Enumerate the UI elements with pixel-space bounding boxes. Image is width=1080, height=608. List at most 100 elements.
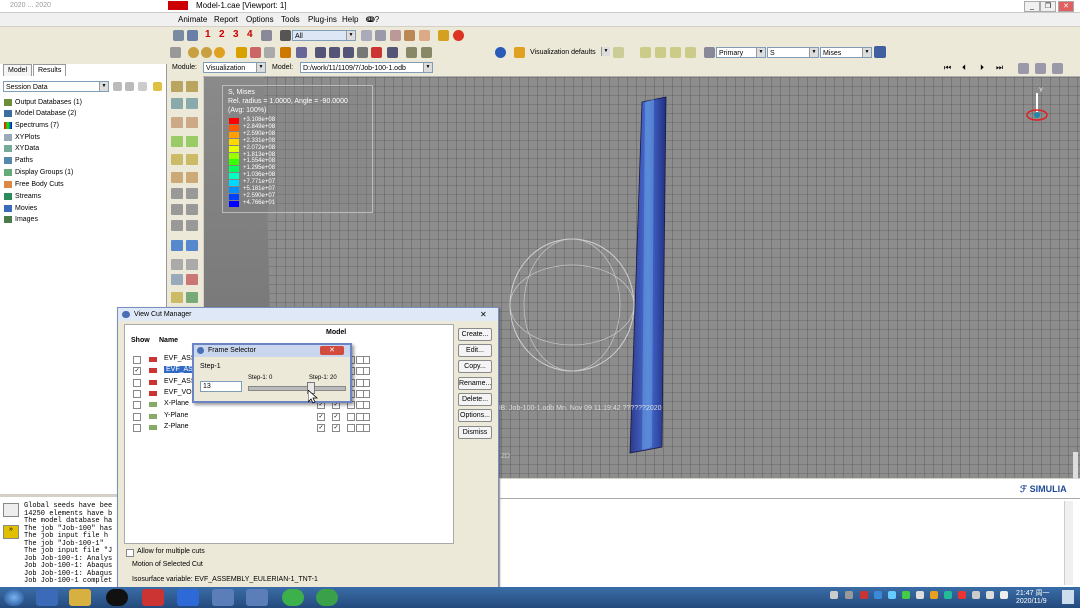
plot-line-icon[interactable] [186,274,198,285]
viewport-scrollbar[interactable] [1073,452,1078,480]
model-tree-icon[interactable] [419,30,430,41]
input-method-icon[interactable] [1000,591,1008,599]
tips-icon[interactable] [153,82,162,91]
plot-material-icon[interactable] [186,98,198,109]
tray-icon[interactable] [888,591,896,599]
taskbar-explorer-icon[interactable] [69,589,91,606]
dialog-close-button[interactable]: ✕ [480,308,487,321]
query-tool-icon[interactable] [171,274,183,285]
tray-icon[interactable] [874,591,882,599]
taskbar-powerpoint-icon[interactable] [142,589,164,606]
model-cut-checkbox[interactable] [347,412,355,421]
invariant-select[interactable]: Mises ▼ [820,47,872,58]
scale-factor-icon[interactable] [171,172,183,183]
cut-show-checkbox[interactable] [133,356,141,364]
cut-extra-checkbox[interactable] [356,423,364,432]
create-xy-icon[interactable] [171,188,183,199]
harmonic-icon[interactable] [186,172,198,183]
restore-button[interactable]: ❐ [1040,1,1056,12]
last-frame-button[interactable]: ⏭ [996,63,1003,73]
tray-icon[interactable] [860,591,868,599]
menu-options[interactable]: Options [246,15,274,24]
plot-symbols-icon[interactable] [186,81,198,92]
contour-options-icon[interactable] [171,136,183,147]
tree-xydata[interactable]: XYData [4,144,39,154]
tree-free-body-cuts[interactable]: Free Body Cuts [4,180,64,190]
info-icon[interactable] [495,47,506,58]
model-cut-checkbox[interactable] [347,423,355,432]
menu-animate[interactable]: Animate [178,15,207,24]
tab-model[interactable]: Model [3,64,33,76]
tree-display-groups[interactable]: Display Groups (1) [4,168,73,178]
tree-streams[interactable]: Streams [4,192,41,202]
superimpose-icon[interactable] [186,117,198,128]
collapse-icon[interactable] [138,82,147,91]
highlight-icon[interactable] [404,30,415,41]
plot-deformed-icon[interactable] [171,98,183,109]
model-cut-checkbox[interactable]: ✓ [317,412,325,421]
filter-icon[interactable] [113,82,122,91]
primary-select[interactable]: Primary ▼ [716,47,766,58]
axes-icon[interactable] [187,30,198,41]
allow-multiple-checkbox[interactable] [126,549,134,557]
tray-icon[interactable] [845,591,853,599]
pointer-icon[interactable] [280,30,291,41]
taskbar-abaqus-cae-icon[interactable] [246,589,268,606]
plugin-icon[interactable] [438,30,449,41]
view-cut-tool-icon[interactable] [171,259,183,270]
dismiss-button[interactable]: Dismiss [458,426,492,439]
edit-button[interactable]: Edit... [458,344,492,357]
taskbar-browser-icon[interactable] [36,589,58,606]
redo-icon[interactable] [264,47,275,58]
xy-manager-icon[interactable] [186,188,198,199]
frame-slider-track[interactable] [248,386,346,391]
pan-icon[interactable] [315,47,326,58]
tree-output-databases[interactable]: Output Databases (1) [4,98,82,108]
view-front-icon[interactable] [640,47,651,58]
taskbar-app-icon[interactable] [177,589,199,606]
message-scrollbar[interactable] [1064,501,1073,585]
movie-icon[interactable] [1052,63,1063,74]
color-code-icon[interactable] [186,292,198,303]
render-icon[interactable] [170,47,181,58]
options-button[interactable]: Options... [458,409,492,422]
step-2-button[interactable]: 2 [219,29,225,40]
tree-spectrums[interactable]: Spectrums (7) [4,121,59,131]
path-manager-icon[interactable] [186,204,198,215]
model-cut-checkbox[interactable]: ✓ [332,423,340,432]
cut-extra-checkbox[interactable] [356,378,364,387]
model-select[interactable]: D:/work/11/1109/7/Job-100-1.odb ▼ [300,62,433,73]
cut-name[interactable]: Y-Plane [164,412,188,419]
free-body-tool-icon[interactable] [171,240,183,251]
display-group-tool-icon[interactable] [171,292,183,303]
taskbar-wechat-icon[interactable] [316,589,338,606]
time-history-icon[interactable] [186,154,198,165]
cut-extra-checkbox[interactable] [356,389,364,398]
taskbar-recorder-icon[interactable] [106,589,128,606]
wireframe-icon[interactable] [188,47,199,58]
cycle-icon[interactable] [280,47,291,58]
message-tab-icon[interactable] [3,503,19,517]
tray-icon[interactable] [958,591,966,599]
taskbar-refresh-icon[interactable] [282,589,304,606]
legend-icon[interactable] [421,47,432,58]
selection-filter-select[interactable]: All ▼ [292,30,356,41]
step-1-button[interactable]: 1 [205,29,211,40]
frame-selector-close-button[interactable]: ✕ [320,346,344,355]
tree-paths[interactable]: Paths [4,156,33,166]
play-button[interactable]: ⏵ [980,63,984,73]
table-icon[interactable] [296,47,307,58]
hidden-line-icon[interactable] [201,47,212,58]
volume-icon[interactable] [986,591,994,599]
render-style-select[interactable]: Visualization defaults ▼ [528,47,610,58]
model-cut-checkbox[interactable]: ✓ [317,423,325,432]
cycle-view-icon[interactable] [387,47,398,58]
step-3-button[interactable]: 3 [233,29,239,40]
tree-images[interactable]: Images [4,215,38,225]
report-icon[interactable] [171,220,183,231]
view-top-icon[interactable] [685,47,696,58]
common-options-icon[interactable] [171,117,183,128]
view-iso-icon[interactable] [670,47,681,58]
model-cut-checkbox[interactable]: ✓ [332,412,340,421]
session-data-select[interactable]: Session Data ▼ [3,81,109,92]
